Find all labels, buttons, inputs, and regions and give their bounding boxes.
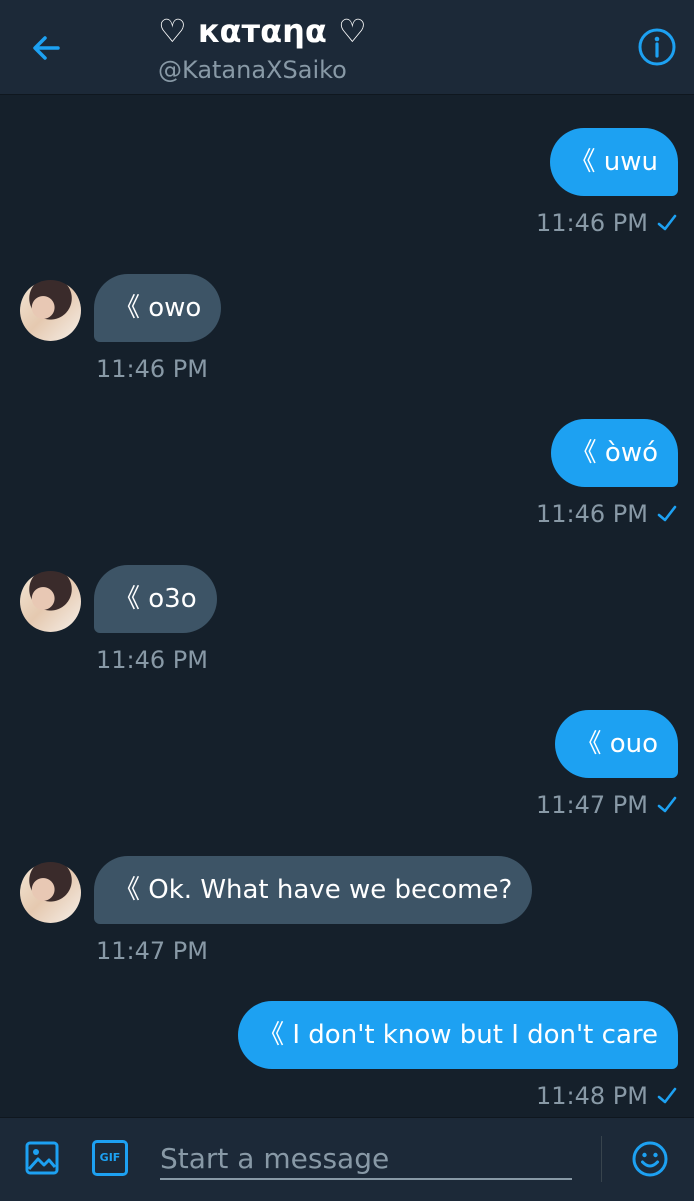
smiley-icon[interactable] [631,1140,669,1178]
message-timestamp: 11:46 PM [96,646,208,674]
sent-check-icon [657,796,677,813]
message-timestamp: 11:47 PM [96,937,208,965]
incoming-message-bubble[interactable]: 《 Ok. What have we become? [94,856,533,924]
outgoing-message-bubble[interactable]: 《 òwó [550,419,678,487]
info-icon[interactable] [636,26,678,68]
message-composer: GIF [0,1117,694,1201]
gif-button[interactable]: GIF [92,1140,128,1176]
avatar[interactable] [20,571,81,632]
composer-divider [601,1136,602,1182]
avatar[interactable] [20,862,81,923]
conversation-handle[interactable]: @KatanaXSaiko [158,56,347,84]
incoming-message-bubble[interactable]: 《 o3o [94,565,217,633]
message-list[interactable]: 《 uwu 11:46 PM 《 owo 11:46 PM 《 òwó 11:4… [0,95,694,1117]
message-timestamp: 11:47 PM [536,791,648,819]
message-timestamp: 11:46 PM [536,209,648,237]
conversation-header: ♡ кαтαηα ♡ @KatanaXSaiko [0,0,694,95]
outgoing-message-bubble[interactable]: 《 uwu [549,128,678,196]
sent-check-icon [657,1087,677,1104]
sent-check-icon [657,505,677,522]
message-input[interactable] [160,1138,572,1180]
message-timestamp: 11:46 PM [96,355,208,383]
conversation-title[interactable]: ♡ кαтαηα ♡ [158,12,367,50]
image-icon[interactable] [24,1140,60,1176]
outgoing-message-bubble[interactable]: 《 ouo [555,710,678,778]
incoming-message-bubble[interactable]: 《 owo [94,274,222,342]
sent-check-icon [657,214,677,231]
avatar[interactable] [20,280,81,341]
arrow-left-icon[interactable] [26,28,66,68]
message-timestamp: 11:48 PM [536,1082,648,1110]
outgoing-message-bubble[interactable]: 《 I don't know but I don't care [238,1001,678,1069]
message-timestamp: 11:46 PM [536,500,648,528]
